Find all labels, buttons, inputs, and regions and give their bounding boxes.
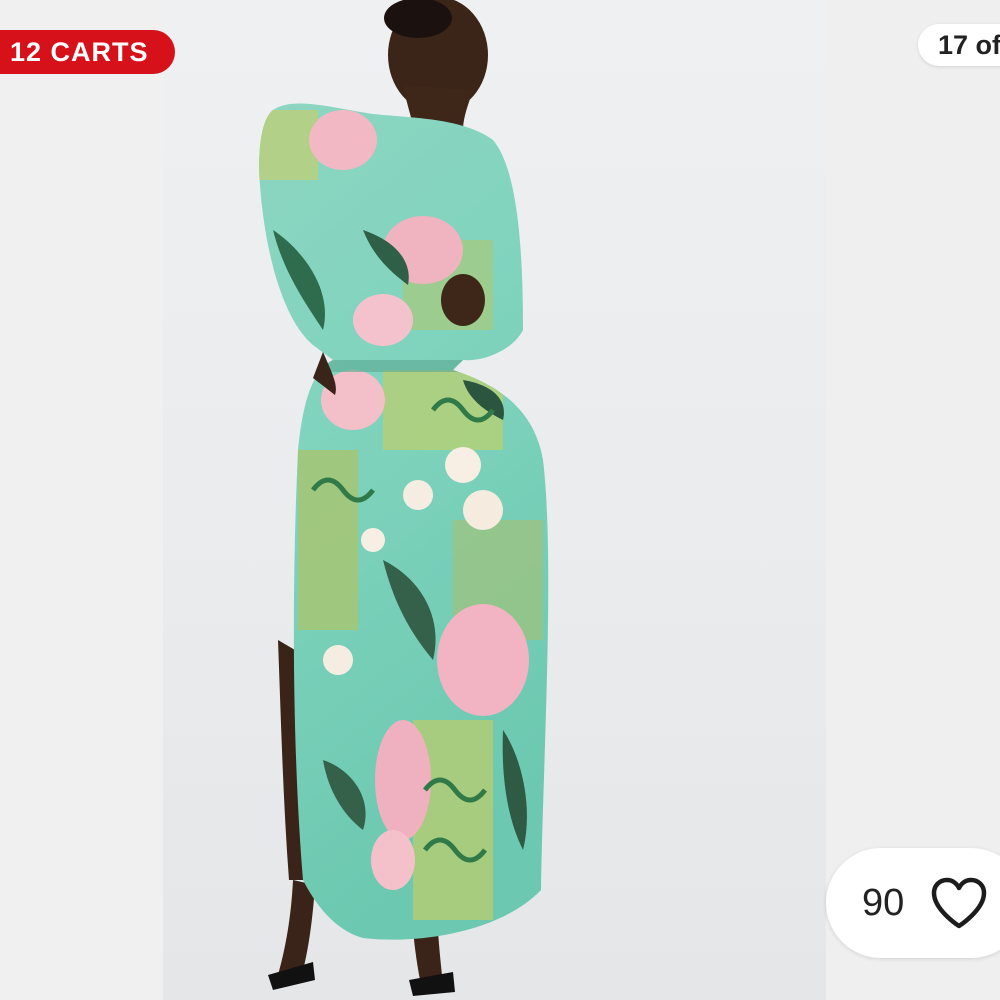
listing-photo-viewer: 12 CARTS 17 of 90 <box>0 0 1000 1000</box>
product-photo[interactable] <box>163 0 826 1000</box>
previous-photo-peek[interactable] <box>0 0 163 1000</box>
heart-outline-icon[interactable] <box>930 876 988 930</box>
likes-count: 90 <box>862 881 905 924</box>
product-photo-illustration <box>259 0 549 996</box>
model-hand <box>441 274 485 326</box>
photo-counter: 17 of <box>918 24 1000 66</box>
like-button[interactable]: 90 <box>826 848 1000 958</box>
carts-count-badge: 12 CARTS <box>0 30 175 74</box>
